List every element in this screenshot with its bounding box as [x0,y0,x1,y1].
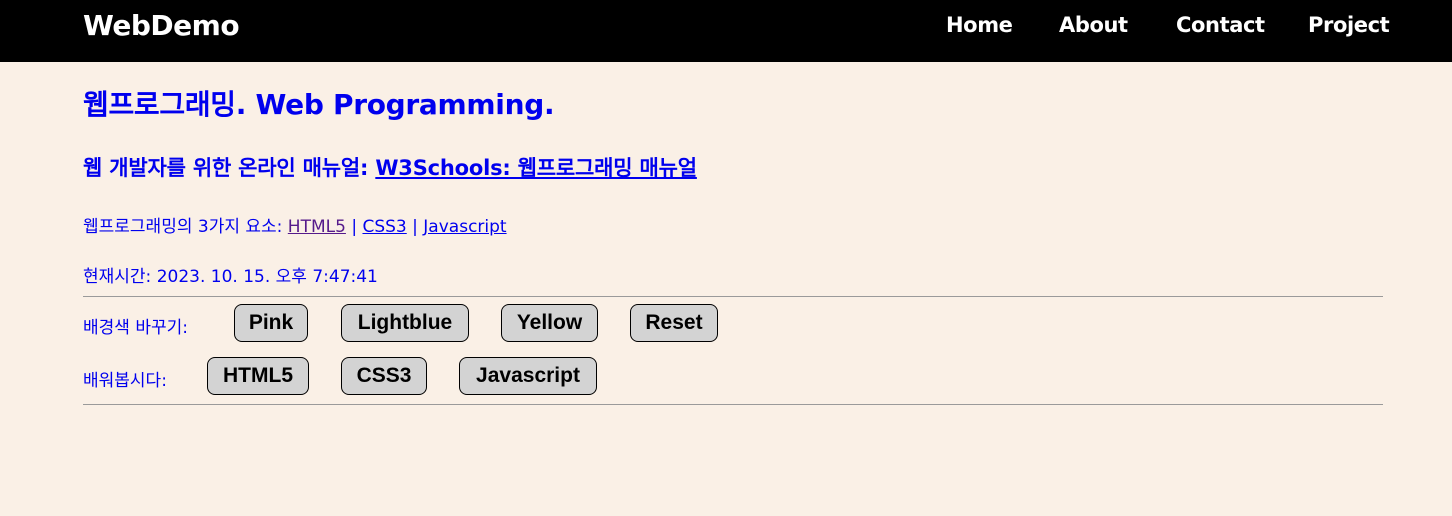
divider-bottom [83,404,1383,405]
learn-html5-button[interactable]: HTML5 [207,357,309,395]
separator: | [406,217,424,237]
current-time-label: 현재시간: [83,267,157,287]
current-time-line: 현재시간: 2023. 10. 15. 오후 7:47:41 [83,262,378,287]
page-title: 웹프로그래밍. Web Programming. [83,88,555,121]
learn-label: 배워봅시다: [83,371,167,391]
current-time-value: 2023. 10. 15. 오후 7:47:41 [156,267,378,287]
brand-logo-link[interactable]: WebDemo [83,9,240,42]
separator: | [345,217,363,237]
nav-item-project[interactable]: Project [1308,13,1390,37]
html5-link[interactable]: HTML5 [288,217,346,237]
css3-link[interactable]: CSS3 [362,217,406,237]
nav-item-about[interactable]: About [1059,13,1128,37]
manual-heading: 웹 개발자를 위한 온라인 매뉴얼: W3Schools: 웹프로그래밍 매뉴얼 [83,152,697,182]
web-elements-line: 웹프로그래밍의 3가지 요소: HTML5 | CSS3 | Javascrip… [83,212,507,237]
nav-item-contact[interactable]: Contact [1176,13,1265,37]
reset-button[interactable]: Reset [630,304,718,342]
web-elements-label: 웹프로그래밍의 3가지 요소: [83,217,288,237]
learn-javascript-button[interactable]: Javascript [459,357,597,395]
w3schools-link[interactable]: W3Schools: 웹프로그래밍 매뉴얼 [375,156,697,180]
divider-top [83,296,1383,297]
manual-heading-text: 웹 개발자를 위한 온라인 매뉴얼: [83,156,376,180]
javascript-link[interactable]: Javascript [423,217,506,237]
pink-button[interactable]: Pink [234,304,308,342]
yellow-button[interactable]: Yellow [501,304,598,342]
lightblue-button[interactable]: Lightblue [341,304,469,342]
nav-item-home[interactable]: Home [946,13,1013,37]
top-navbar: WebDemo Home About Contact Project [0,0,1452,62]
learn-css3-button[interactable]: CSS3 [341,357,427,395]
bg-color-label: 배경색 바꾸기: [83,318,188,338]
